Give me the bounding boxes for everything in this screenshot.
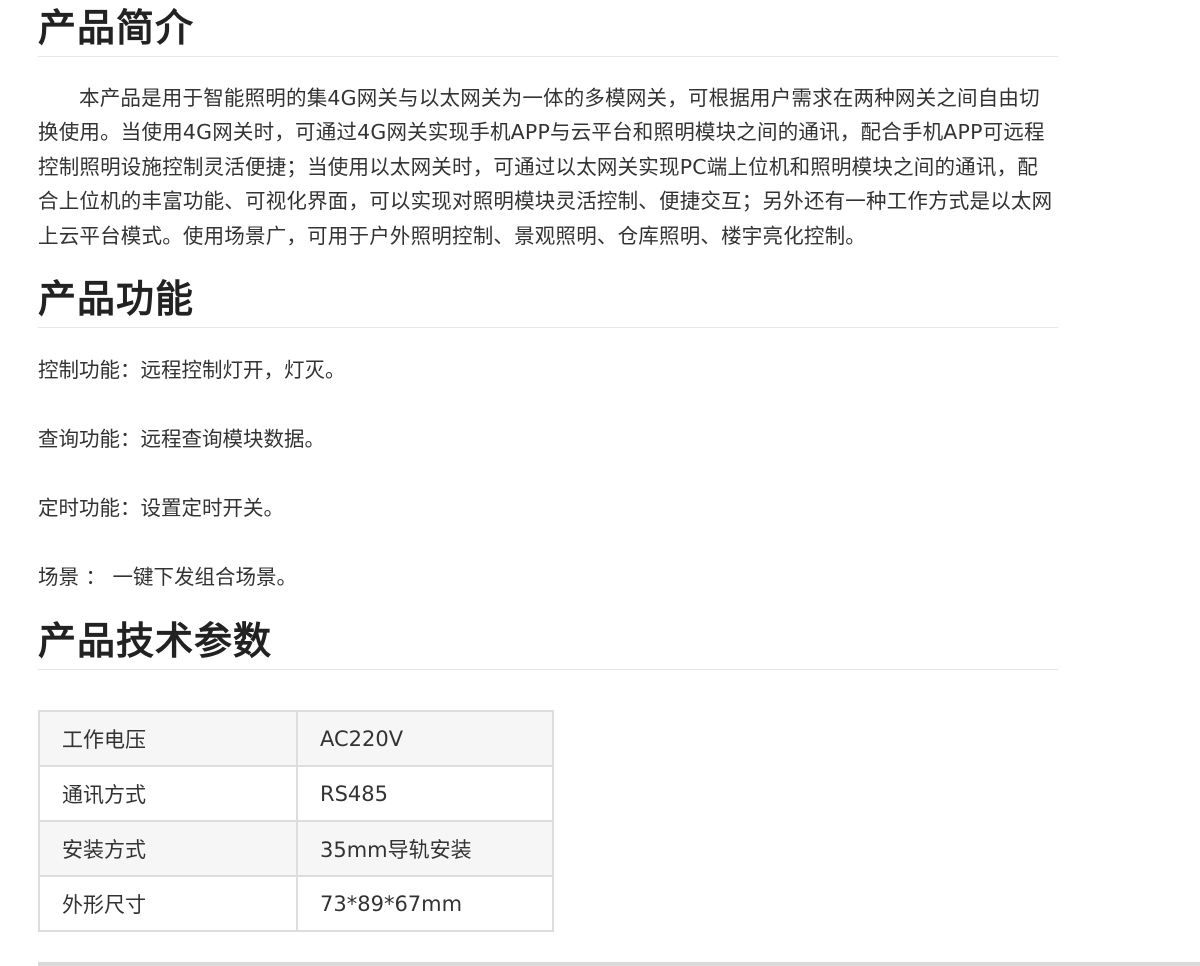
spec-key: 通讯方式 [38,765,298,823]
spec-value: 73*89*67mm [296,875,554,933]
function-item-query: 查询功能：远程查询模块数据。 [38,427,325,452]
spec-key: 外形尺寸 [38,875,298,933]
section-title-functions: 产品功能 [38,271,1058,329]
product-document: 产品简介 本产品是用于智能照明的集4G网关与以太网关为一体的多模网关，可根据用户… [38,0,1058,933]
spec-row-dimensions: 外形尺寸 73*89*67mm [38,875,554,933]
spec-row-installation: 安装方式 35mm导轨安装 [38,820,554,878]
function-item-scene: 场景 ： 一键下发组合场景。 [38,565,298,590]
spec-row-communication: 通讯方式 RS485 [38,765,554,823]
function-item-timer: 定时功能：设置定时开关。 [38,496,284,521]
section-title-intro: 产品简介 [38,0,1058,57]
bottom-divider [38,962,1200,966]
spec-row-voltage: 工作电压 AC220V [38,710,554,768]
function-item-control: 控制功能：远程控制灯开，灯灭。 [38,358,346,383]
spec-table: 工作电压 AC220V 通讯方式 RS485 安装方式 35mm导轨安装 外形尺… [38,710,554,933]
spec-key: 安装方式 [38,820,298,878]
intro-paragraph: 本产品是用于智能照明的集4G网关与以太网关为一体的多模网关，可根据用户需求在两种… [38,86,1053,248]
spec-value: AC220V [296,710,554,768]
spec-value: RS485 [296,765,554,823]
function-list: 控制功能：远程控制灯开，灯灭。 查询功能：远程查询模块数据。 定时功能：设置定时… [38,352,1058,595]
section-title-specs: 产品技术参数 [38,613,1058,671]
spec-value: 35mm导轨安装 [296,820,554,878]
spec-key: 工作电压 [38,710,298,768]
